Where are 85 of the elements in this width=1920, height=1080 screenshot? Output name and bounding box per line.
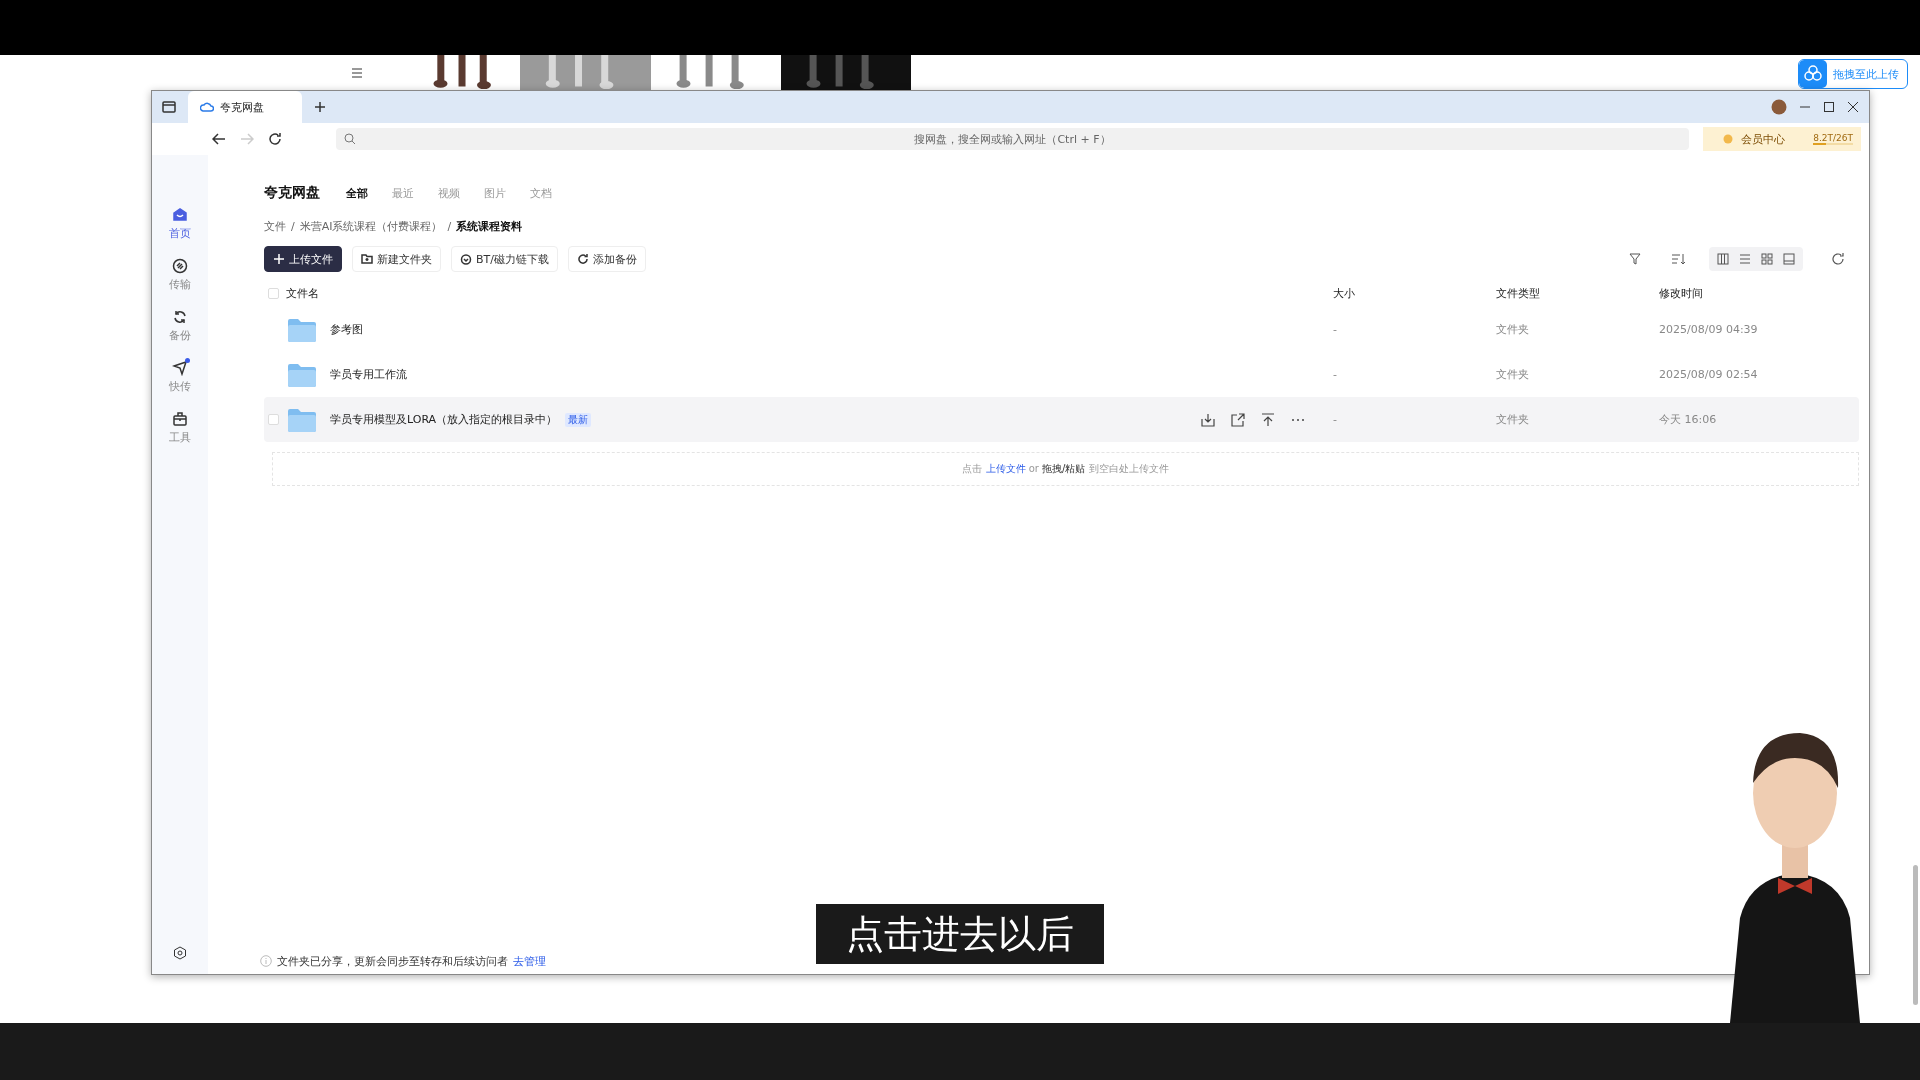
table-cell-text: 文件夹 (1496, 412, 1530, 427)
table-cell-text: - (1333, 323, 1338, 336)
table-row[interactable]: 参考图 - 文件夹 2025/08/09 04:39 (264, 307, 1859, 352)
sidebar-item[interactable]: 首页 (169, 207, 191, 241)
columns-icon[interactable] (1717, 253, 1729, 265)
table-cell-text: 文件夹 (1496, 322, 1530, 337)
move-up-icon[interactable] (1261, 412, 1275, 427)
breadcrumb-link[interactable]: 系统课程资料 (456, 218, 523, 234)
file-name[interactable]: 参考图 (330, 322, 363, 337)
column-header[interactable]: 修改时间 (1659, 285, 1859, 301)
sync-icon (577, 253, 589, 265)
table-cell-text: - (1333, 368, 1338, 381)
avatar-icon[interactable] (1771, 99, 1787, 115)
download-icon[interactable] (1201, 412, 1215, 427)
subtitle-caption: 点击进去以后 (816, 904, 1104, 964)
sync-icon (172, 309, 188, 325)
share-icon[interactable] (1231, 412, 1245, 427)
folder-icon (288, 407, 316, 432)
send-icon (172, 360, 188, 376)
checkbox[interactable] (268, 414, 279, 425)
search-field[interactable]: 搜网盘，搜全网或输入网址（Ctrl + F） (336, 128, 1689, 150)
info-icon (260, 955, 272, 967)
close-icon[interactable] (1847, 101, 1859, 113)
new-tag: 最新 (565, 412, 592, 427)
sidebar-item[interactable]: 快传 (169, 360, 191, 394)
file-name[interactable]: 学员专用工作流 (330, 367, 407, 382)
tab-title: 夸克网盘 (220, 99, 264, 115)
file-name[interactable]: 学员专用模型及LORA（放入指定的根目录中） (330, 412, 558, 427)
new-tab-icon[interactable] (314, 101, 326, 113)
upload-button[interactable]: 上传文件 (264, 246, 342, 272)
grid-icon[interactable] (1761, 253, 1773, 265)
tab[interactable]: 全部 (346, 185, 368, 201)
preview-icon[interactable] (1783, 253, 1795, 265)
sidebar-item[interactable]: 传输 (169, 258, 191, 292)
breadcrumb-separator: / (447, 219, 452, 233)
toolbar-button[interactable]: 添加备份 (568, 246, 646, 272)
breadcrumb-link[interactable]: 文件 (264, 218, 286, 234)
cloud-icon (1799, 60, 1827, 88)
sidebar-item[interactable]: 备份 (169, 309, 191, 343)
toolbar-button[interactable]: BT/磁力链下载 (451, 246, 558, 272)
checkbox[interactable] (268, 287, 279, 299)
drop-zone-text: 点击 上传文件 or 拖拽/粘贴 到空白处上传文件 (962, 462, 1169, 476)
upload-drop-button[interactable]: 拖拽至此上传 (1798, 59, 1908, 89)
table-cell-text: 今天 16:06 (1659, 412, 1718, 427)
breadcrumb-link[interactable]: 米营AI系统课程（付费课程） (299, 218, 443, 234)
folder-icon (288, 362, 316, 387)
breadcrumb-separator: / (291, 219, 295, 233)
forward-icon (240, 133, 254, 145)
storage-text: 8.2T/26T (1813, 133, 1853, 143)
home-icon (172, 207, 188, 223)
column-header[interactable]: 文件类型 (1496, 285, 1659, 301)
table-row[interactable]: 学员专用工作流 - 文件夹 2025/08/09 02:54 (264, 352, 1859, 397)
toolbar-button[interactable]: 新建文件夹 (352, 246, 441, 272)
coin-icon (1723, 134, 1733, 144)
transfer-icon (172, 258, 188, 274)
cloud-icon (200, 101, 214, 113)
more-icon[interactable] (1291, 417, 1305, 422)
table-cell-text: 2025/08/09 02:54 (1659, 368, 1759, 381)
filter-icon[interactable] (1629, 252, 1643, 266)
sidebar-item[interactable]: 工具 (169, 411, 191, 445)
menu-icon[interactable] (351, 67, 363, 78)
manage-link[interactable]: 去管理 (513, 953, 546, 969)
member-center-button[interactable]: 会员中心 8.2T/26T (1703, 127, 1861, 151)
maximize-icon[interactable] (1823, 101, 1835, 113)
browser-tab[interactable]: 夸克网盘 (188, 91, 302, 123)
table-cell-text: 2025/08/09 04:39 (1659, 323, 1759, 336)
folder-plus-icon (361, 253, 373, 265)
column-header[interactable]: 文件名 (286, 285, 1333, 301)
refresh-icon[interactable] (1831, 252, 1845, 266)
app-title: 夸克网盘 (264, 184, 320, 202)
scrollbar[interactable] (1913, 865, 1918, 1005)
footer-notice: 文件夹已分享，更新会同步至转存和后续访问者 (277, 953, 508, 969)
folder-icon (288, 317, 316, 342)
column-header[interactable]: 大小 (1333, 285, 1496, 301)
settings-icon[interactable] (173, 946, 187, 960)
reload-icon[interactable] (268, 132, 282, 146)
table-row[interactable]: 学员专用模型及LORA（放入指定的根目录中） 最新 - 文件夹 今天 16:06 (264, 397, 1859, 442)
upload-link[interactable]: 上传文件 (985, 463, 1026, 474)
table-cell-text: 文件夹 (1496, 367, 1530, 382)
toolbox-icon (172, 411, 188, 427)
plus-icon (273, 253, 285, 265)
table-cell-text: - (1333, 413, 1338, 426)
notification-dot (185, 358, 190, 363)
back-icon[interactable] (212, 133, 226, 145)
member-label: 会员中心 (1741, 131, 1785, 147)
